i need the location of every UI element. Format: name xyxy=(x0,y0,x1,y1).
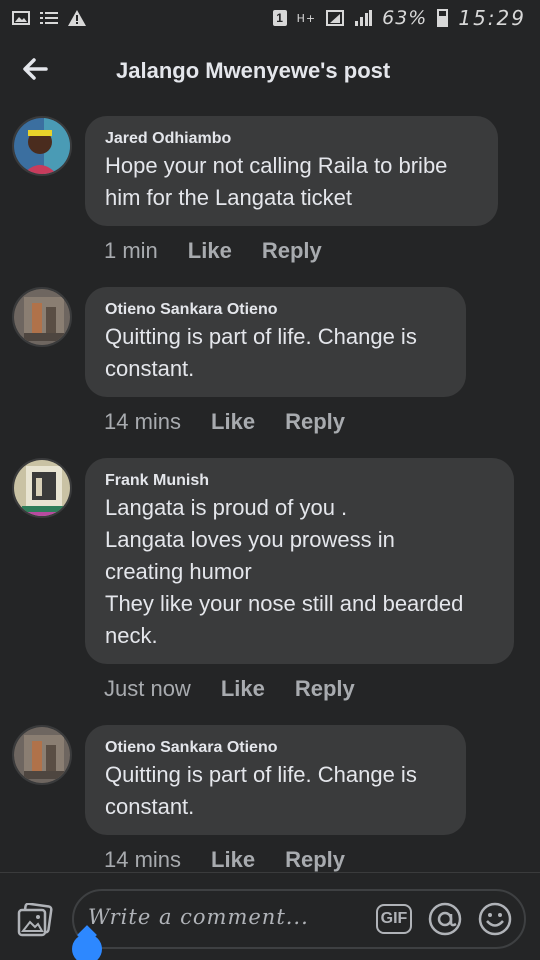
comment-placeholder: Write a comment... xyxy=(88,905,309,929)
comment-meta: Just now Like Reply xyxy=(104,676,355,702)
avatar[interactable] xyxy=(12,725,72,785)
battery-percent: 63% xyxy=(382,7,428,29)
text-cursor-handle[interactable] xyxy=(72,934,102,960)
comment-text-line: Langata is proud of you . xyxy=(105,495,348,520)
comment-text-line: Quitting is part of life. Change is xyxy=(105,324,417,349)
photo-icon[interactable] xyxy=(17,903,53,937)
comment-bubble[interactable]: Otieno Sankara Otieno Quitting is part o… xyxy=(85,287,466,397)
avatar[interactable] xyxy=(12,458,72,518)
gif-button[interactable]: GIF xyxy=(376,904,412,934)
reply-button[interactable]: Reply xyxy=(285,409,345,435)
comment-author[interactable]: Jared Odhiambo xyxy=(105,128,478,150)
network-type: H+ xyxy=(296,11,317,25)
comment-text-line: constant. xyxy=(105,794,195,819)
comment-bubble[interactable]: Frank Munish Langata is proud of you . L… xyxy=(85,458,514,664)
sim-icon: 1 xyxy=(272,10,287,26)
comment-bubble[interactable]: Otieno Sankara Otieno Quitting is part o… xyxy=(85,725,466,835)
comment-time: 14 mins xyxy=(104,409,182,434)
comment-text-line: creating humor xyxy=(105,559,252,584)
like-button[interactable]: Like xyxy=(221,676,265,702)
comment-meta: 14 mins Like Reply xyxy=(104,847,345,873)
status-bar: 1 H+ 63% 15:29 xyxy=(0,0,540,36)
like-button[interactable]: Like xyxy=(211,409,255,435)
comment-text-line: him for the Langata ticket xyxy=(105,185,353,210)
comment-text-line: Quitting is part of life. Change is xyxy=(105,762,417,787)
image-notification-icon xyxy=(12,11,30,25)
like-button[interactable]: Like xyxy=(211,847,255,873)
comment-text-line: Langata loves you prowess in xyxy=(105,527,395,552)
comment-text-line: Hope your not calling Raila to bribe xyxy=(105,153,448,178)
comment-text-line: constant. xyxy=(105,356,195,381)
comment-time: 14 mins xyxy=(104,847,182,872)
comment-time: 1 min xyxy=(104,238,158,263)
like-button[interactable]: Like xyxy=(188,238,232,264)
list-notification-icon xyxy=(40,12,58,24)
page-title: Jalango Mwenyewe's post xyxy=(116,58,391,83)
mention-icon[interactable] xyxy=(428,902,462,936)
comment-meta: 14 mins Like Reply xyxy=(104,409,345,435)
back-arrow-icon[interactable] xyxy=(20,54,50,84)
warning-icon xyxy=(68,10,86,26)
clock: 15:29 xyxy=(458,6,526,30)
post-header: Jalango Mwenyewe's post xyxy=(0,36,540,106)
cell-signal-icon xyxy=(355,10,373,26)
comment-bubble[interactable]: Jared Odhiambo Hope your not calling Rai… xyxy=(85,116,498,226)
comment-author[interactable]: Frank Munish xyxy=(105,470,494,492)
reply-button[interactable]: Reply xyxy=(295,676,355,702)
comment-author[interactable]: Otieno Sankara Otieno xyxy=(105,737,446,759)
reply-button[interactable]: Reply xyxy=(285,847,345,873)
battery-icon xyxy=(437,9,449,27)
wifi-signal-icon xyxy=(326,10,345,26)
comment-text-line: neck. xyxy=(105,623,158,648)
comment-time: Just now xyxy=(104,676,191,701)
reply-button[interactable]: Reply xyxy=(262,238,322,264)
avatar[interactable] xyxy=(12,116,72,176)
comment-meta: 1 min Like Reply xyxy=(104,238,322,264)
comment-text-line: They like your nose still and bearded xyxy=(105,591,464,616)
comment-input[interactable]: Write a comment... GIF xyxy=(72,889,526,949)
emoji-icon[interactable] xyxy=(478,902,512,936)
avatar[interactable] xyxy=(12,287,72,347)
comment-author[interactable]: Otieno Sankara Otieno xyxy=(105,299,446,321)
